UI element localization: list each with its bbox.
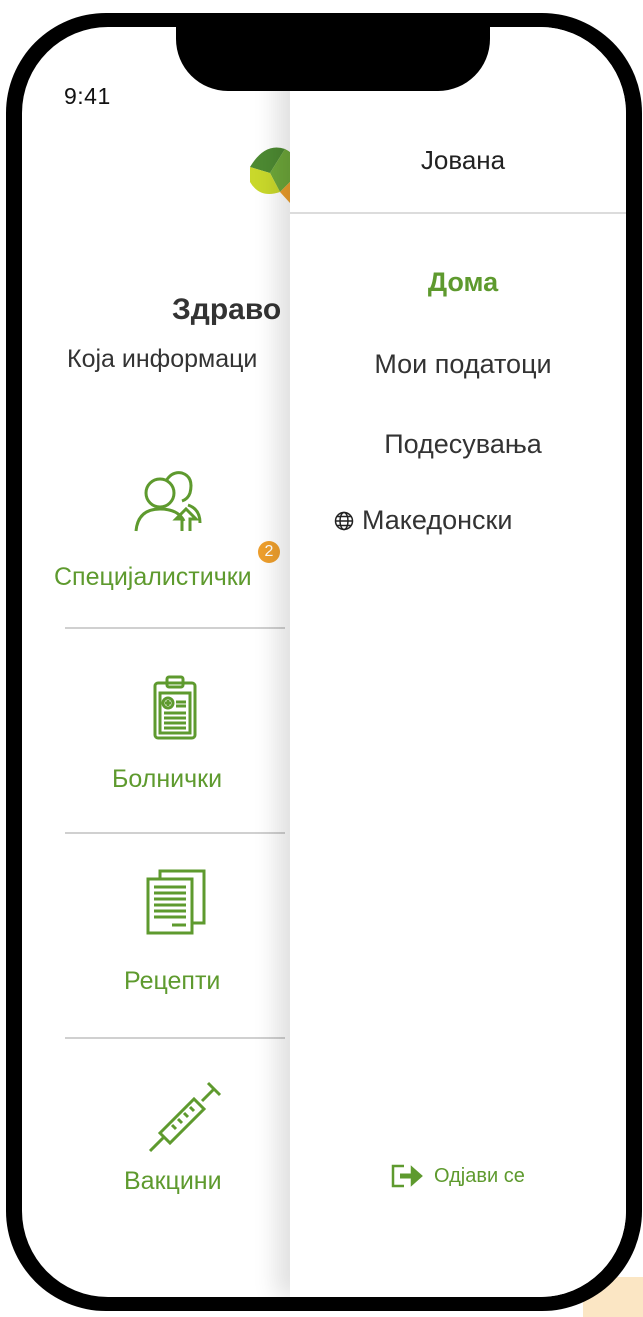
notch xyxy=(176,27,490,91)
language-label: Македонски xyxy=(362,505,513,535)
globe-icon xyxy=(334,511,354,530)
documents-icon xyxy=(146,869,206,935)
logout-button[interactable]: Одјави се xyxy=(390,1163,525,1189)
drawer-user-name: Јована xyxy=(420,145,506,175)
menu-item-my-data[interactable]: Мои податоци xyxy=(290,349,626,380)
language-selector[interactable]: Македонски xyxy=(334,505,512,536)
clipboard-icon xyxy=(153,675,197,740)
tile-divider xyxy=(65,832,285,834)
tile-label-specialists: Специјалистички xyxy=(54,563,252,591)
tile-divider xyxy=(65,627,285,629)
syringe-icon xyxy=(148,1081,222,1153)
tile-divider xyxy=(65,1037,285,1039)
tile-label-prescriptions: Рецепти xyxy=(124,967,221,995)
greeting-subtitle: Која информаци xyxy=(67,345,258,373)
phone-frame: 9:41 Здраво Која информаци 2 Специјалист… xyxy=(6,13,642,1311)
menu-item-home[interactable]: Дома xyxy=(290,267,626,298)
specialists-icon xyxy=(134,471,202,532)
logout-icon xyxy=(391,1164,423,1188)
tile-label-hospital: Болнички xyxy=(112,765,223,793)
logout-label: Одјави се xyxy=(434,1164,525,1187)
menu-item-settings[interactable]: Подесувања xyxy=(290,429,626,460)
phone-screen: 9:41 Здраво Која информаци 2 Специјалист… xyxy=(22,27,626,1297)
navigation-drawer: Јована Дома Мои податоци Подесувања Маке… xyxy=(290,27,626,1297)
tile-label-vaccines: Вакцини xyxy=(124,1167,222,1195)
drawer-divider xyxy=(290,212,626,214)
notification-badge: 2 xyxy=(258,541,280,563)
greeting-title: Здраво xyxy=(172,293,282,326)
